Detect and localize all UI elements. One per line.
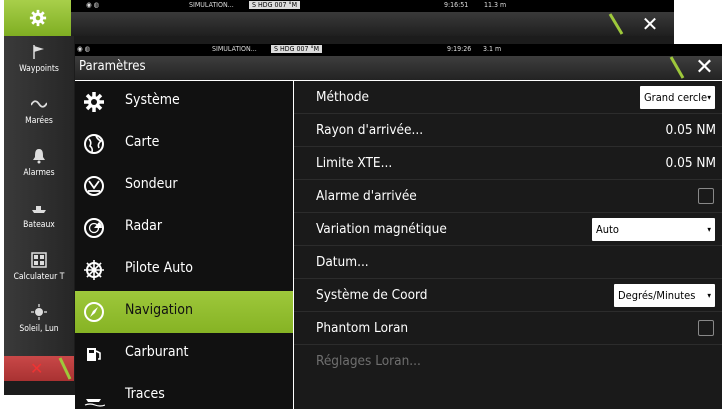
setting-label: Alarme d'arrivée (316, 188, 417, 204)
menu-item-pilote-auto[interactable]: Pilote Auto (75, 249, 293, 291)
background-title-bar (4, 12, 674, 36)
navigation-settings-panel: Méthode Grand cercle ▾ Rayon d'arrivée..… (294, 81, 722, 409)
sidebar-item-label: Soleil, Lun (19, 324, 59, 334)
setting-row-loran: Réglages Loran... (294, 345, 722, 378)
status-icons: ◉ ◍ (77, 45, 90, 53)
menu-item-radar[interactable]: Radar (75, 207, 293, 249)
menu-item-label: Sondeur (125, 176, 178, 192)
status-simulation: SIMULATION... (189, 1, 234, 9)
chevron-down-icon: ▾ (707, 93, 711, 102)
radar-icon (84, 218, 104, 238)
menu-item-carte[interactable]: Carte (75, 123, 293, 165)
gear-icon (84, 92, 104, 112)
setting-label: Phantom Loran (316, 320, 409, 336)
status-heading: S HDG 007 °M (249, 1, 301, 9)
menu-item-label: Système (125, 92, 180, 108)
background-sidebar: Waypoints Marées Alarmes Bateaux Calcula… (4, 36, 74, 356)
dialog-title: Paramètres (79, 59, 146, 74)
status-icons: ◉ ◍ (86, 1, 99, 9)
phantom-checkbox[interactable] (698, 320, 714, 336)
sonar-icon (84, 176, 104, 196)
title-accent-slash (669, 56, 685, 79)
variation-dropdown[interactable]: Auto ▾ (592, 218, 715, 241)
status-time: 9:19:26 (447, 45, 472, 53)
dialog-status-bar: ◉ ◍ SIMULATION... S HDG 007 °M 9:19:26 3… (75, 44, 722, 56)
sidebar-item-label: Calculateur T (13, 272, 65, 282)
setting-value: 0.05 NM (665, 122, 716, 138)
sidebar-item-bateaux[interactable]: Bateaux (4, 194, 74, 246)
menu-item-label: Traces (125, 386, 165, 402)
background-status-bar: ◉ ◍ SIMULATION... S HDG 007 °M 9:16:51 1… (4, 0, 674, 12)
settings-button[interactable] (4, 0, 71, 36)
menu-item-label: Carburant (125, 344, 189, 360)
sidebar-item-label: Bateaux (23, 220, 55, 230)
gear-icon (29, 9, 47, 27)
boat-trail-icon (84, 399, 105, 407)
setting-row-phantom[interactable]: Phantom Loran (294, 312, 722, 345)
sidebar-item-label: Alarmes (23, 168, 55, 178)
status-time: 9:16:51 (444, 1, 469, 9)
alarme-checkbox[interactable] (698, 188, 714, 204)
menu-item-sondeur[interactable]: Sondeur (75, 165, 293, 207)
sidebar-item-calculateur[interactable]: Calculateur T (4, 246, 74, 298)
methode-dropdown[interactable]: Grand cercle ▾ (640, 86, 715, 109)
setting-row-methode[interactable]: Méthode Grand cercle ▾ (294, 81, 722, 114)
menu-item-traces[interactable]: Traces (75, 375, 293, 409)
bell-icon (33, 149, 45, 164)
title-accent-slash (608, 13, 624, 35)
globe-icon (84, 134, 104, 154)
setting-row-datum[interactable]: Datum... (294, 246, 722, 279)
setting-value: 0.05 NM (665, 155, 716, 171)
menu-item-carburant[interactable]: Carburant (75, 333, 293, 375)
chevron-down-icon: ▾ (707, 225, 711, 234)
fuel-pump-icon (87, 348, 101, 361)
dropdown-value: Degrés/Minutes (618, 289, 696, 302)
bottom-accent-slash (58, 357, 72, 380)
flag-icon (33, 45, 44, 59)
setting-row-rayon[interactable]: Rayon d'arrivée... 0.05 NM (294, 114, 722, 147)
sidebar-item-label: Waypoints (19, 64, 59, 74)
settings-dialog: ◉ ◍ SIMULATION... S HDG 007 °M 9:19:26 3… (75, 44, 722, 409)
close-button[interactable]: ✕ (687, 55, 722, 80)
chevron-down-icon: ▾ (707, 291, 711, 300)
background-close-button[interactable]: ✕ (626, 12, 674, 36)
menu-item-label: Carte (125, 134, 160, 150)
sun-moon-icon (31, 304, 47, 320)
setting-label: Rayon d'arrivée... (316, 122, 424, 138)
compass-icon (84, 302, 104, 322)
dropdown-value: Grand cercle (644, 91, 708, 104)
status-depth: 3.1 m (483, 45, 502, 53)
calculator-icon (31, 252, 47, 268)
sidebar-item-marees[interactable]: Marées (4, 90, 74, 142)
status-heading: S HDG 007 °M (271, 45, 323, 53)
status-simulation: SIMULATION... (212, 45, 257, 53)
sidebar-item-alarmes[interactable]: Alarmes (4, 142, 74, 194)
sidebar-item-label: Marées (25, 116, 53, 126)
menu-item-navigation[interactable]: Navigation (75, 291, 293, 333)
setting-label: Datum... (316, 254, 369, 270)
setting-label: Variation magnétique (316, 221, 447, 237)
menu-item-label: Pilote Auto (125, 260, 193, 276)
menu-item-label: Radar (125, 218, 163, 234)
status-depth: 11.3 m (484, 1, 507, 9)
helm-wheel-icon (84, 260, 104, 280)
ship-icon (32, 206, 46, 213)
setting-label: Système de Coord (316, 287, 428, 303)
menu-item-systeme[interactable]: Système (75, 81, 293, 123)
sidebar-item-soleil[interactable]: Soleil, Lun (4, 298, 74, 350)
setting-label: Méthode (316, 89, 370, 105)
menu-item-label: Navigation (125, 302, 193, 318)
coord-dropdown[interactable]: Degrés/Minutes ▾ (614, 284, 715, 307)
dialog-title-bar: Paramètres (75, 56, 722, 80)
setting-label: Limite XTE... (316, 155, 393, 171)
dropdown-value: Auto (596, 223, 619, 236)
settings-menu: Système Carte Sondeur Radar Pilote Auto … (75, 81, 293, 409)
setting-row-alarme[interactable]: Alarme d'arrivée (294, 180, 722, 213)
setting-row-coord[interactable]: Système de Coord Degrés/Minutes ▾ (294, 279, 722, 312)
tide-wave-icon (31, 100, 47, 108)
sidebar-item-waypoints[interactable]: Waypoints (4, 38, 74, 90)
setting-row-xte[interactable]: Limite XTE... 0.05 NM (294, 147, 722, 180)
setting-row-variation[interactable]: Variation magnétique Auto ▾ (294, 213, 722, 246)
setting-label: Réglages Loran... (316, 353, 421, 369)
